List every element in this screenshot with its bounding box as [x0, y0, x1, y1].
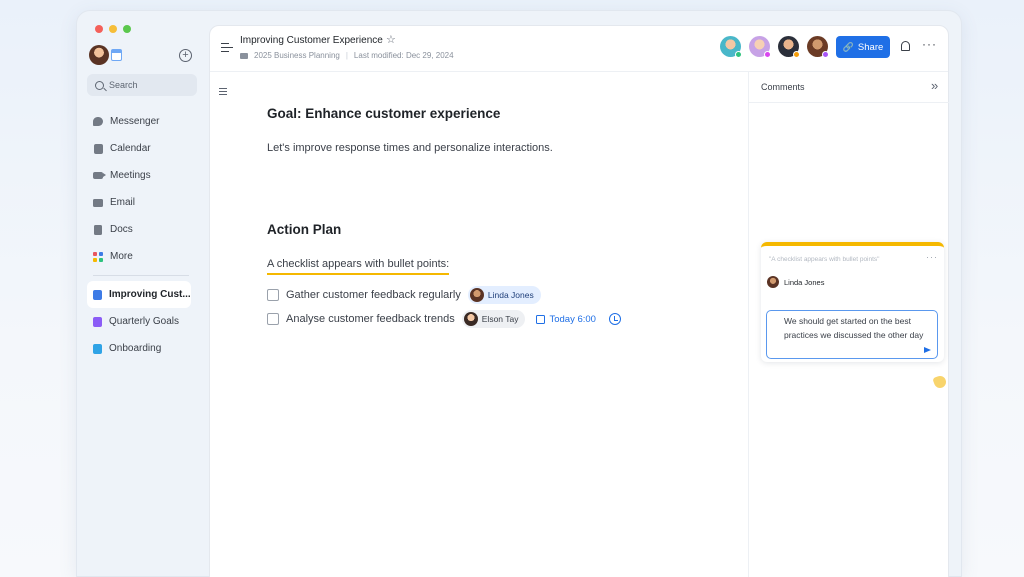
breadcrumb: 2025 Business Planning | Last modified: …: [240, 51, 454, 60]
search-bar[interactable]: Search: [87, 74, 197, 96]
task-checkbox[interactable]: [267, 313, 279, 325]
search-placeholder: Search: [109, 80, 138, 90]
collaborator-avatar[interactable]: [720, 36, 742, 58]
calendar-icon[interactable]: [111, 49, 122, 61]
sidebar-item-label: Email: [110, 197, 136, 208]
collaborator-avatar[interactable]: [807, 36, 829, 58]
document-panel: Improving Customer Experience ☆ 2025 Bus…: [209, 25, 949, 577]
comment-quote: "A checklist appears with bullet points": [769, 256, 880, 263]
document-header: Improving Customer Experience ☆ 2025 Bus…: [210, 26, 948, 72]
assignee-chip[interactable]: Elson Tay: [461, 310, 526, 328]
author-avatar: [767, 276, 779, 288]
sidebar-item-meetings[interactable]: Meetings: [93, 162, 199, 189]
share-button[interactable]: 🔗 Share: [836, 36, 890, 58]
sidebar-item-email[interactable]: Email: [93, 189, 199, 216]
calendar-icon: [93, 143, 103, 154]
assignee-chip[interactable]: Linda Jones: [467, 286, 541, 304]
presence-dot: [764, 51, 771, 58]
sidebar-item-label: Messenger: [110, 116, 160, 127]
comment-input[interactable]: We should get started on the best practi…: [766, 310, 938, 359]
comments-divider: [749, 102, 949, 103]
envelope-icon: [93, 198, 103, 208]
goal-paragraph: Let's improve response times and persona…: [267, 142, 553, 154]
task-text[interactable]: Gather customer feedback regularly: [286, 289, 461, 301]
task-row: Gather customer feedback regularly Linda…: [267, 285, 541, 305]
sidebar-nav: Messenger Calendar Meetings Email Docs M…: [87, 108, 199, 362]
author-name: Linda Jones: [784, 277, 825, 287]
folder-icon: [240, 52, 248, 59]
sidebar: + Search Messenger Calendar Meetings Ema…: [77, 11, 207, 576]
bell-icon[interactable]: [901, 41, 910, 51]
app-window: + Search Messenger Calendar Meetings Ema…: [76, 10, 962, 577]
comment-draft-text: We should get started on the best practi…: [784, 316, 924, 340]
comment-card: "A checklist appears with bullet points"…: [761, 242, 944, 362]
user-avatar[interactable]: [89, 45, 109, 65]
video-camera-icon: [93, 171, 106, 181]
add-button[interactable]: +: [179, 49, 192, 62]
breadcrumb-folder[interactable]: 2025 Business Planning: [254, 51, 340, 60]
sidebar-page-onboarding[interactable]: Onboarding: [93, 335, 199, 362]
expand-panel-icon[interactable]: »: [931, 78, 938, 93]
page-icon: [93, 316, 102, 327]
task-checkbox[interactable]: [267, 289, 279, 301]
comments-title: Comments: [761, 82, 805, 92]
assignee-name: Linda Jones: [487, 290, 534, 300]
comments-panel: Comments » "A checklist appears with bul…: [748, 72, 949, 577]
sidebar-item-label: Docs: [110, 224, 133, 235]
search-icon: [95, 80, 104, 90]
document-icon: [93, 224, 103, 235]
last-modified: Last modified: Dec 29, 2024: [353, 51, 454, 60]
sidebar-item-label: Improving Cust...: [109, 289, 191, 300]
sidebar-item-calendar[interactable]: Calendar: [93, 135, 199, 162]
presence-dot: [822, 51, 829, 58]
due-date-label: Today 6:00: [549, 313, 596, 325]
presence-dot: [735, 51, 742, 58]
assignee-name: Elson Tay: [481, 314, 519, 324]
breadcrumb-separator: |: [345, 51, 348, 60]
sidebar-divider: [93, 275, 189, 276]
alarm-clock-icon[interactable]: [608, 313, 621, 325]
sidebar-page-improving-customer[interactable]: Improving Cust...: [87, 281, 191, 308]
page-icon: [93, 343, 102, 354]
sidebar-item-docs[interactable]: Docs: [93, 216, 199, 243]
sidebar-item-label: Calendar: [110, 143, 151, 154]
task-row: Analyse customer feedback trends Elson T…: [267, 309, 621, 329]
sidebar-item-label: Meetings: [110, 170, 151, 181]
assignee-avatar: [469, 288, 484, 302]
share-label: Share: [857, 41, 884, 53]
calendar-icon: [536, 314, 546, 324]
sidebar-page-quarterly-goals[interactable]: Quarterly Goals: [93, 308, 199, 335]
link-icon: 🔗: [842, 41, 854, 52]
collaborator-avatar[interactable]: [778, 36, 800, 58]
sidebar-item-label: Quarterly Goals: [109, 316, 180, 327]
chat-bubble-icon: [93, 117, 103, 127]
comment-author: Linda Jones: [767, 276, 824, 288]
task-text[interactable]: Analyse customer feedback trends: [286, 313, 455, 325]
action-plan-heading: Action Plan: [267, 222, 342, 237]
sidebar-top: +: [89, 45, 197, 67]
star-icon[interactable]: ☆: [386, 33, 396, 46]
collaborator-avatars: [720, 36, 829, 58]
sidebar-item-label: More: [110, 251, 133, 262]
comment-more-icon[interactable]: ···: [926, 252, 938, 262]
page-icon: [93, 289, 102, 300]
grid-apps-icon: [93, 251, 103, 262]
assignee-avatar: [463, 312, 478, 326]
sidebar-item-label: Onboarding: [109, 343, 162, 354]
goal-heading: Goal: Enhance customer experience: [267, 106, 501, 121]
collapse-sidebar-icon[interactable]: [221, 43, 233, 53]
presence-dot: [793, 51, 800, 58]
due-date[interactable]: Today 6:00: [536, 313, 596, 325]
collaborator-avatar[interactable]: [749, 36, 771, 58]
document-title[interactable]: Improving Customer Experience: [240, 35, 383, 46]
sidebar-item-messenger[interactable]: Messenger: [93, 108, 199, 135]
outline-icon[interactable]: [219, 88, 227, 95]
send-icon[interactable]: [924, 347, 931, 353]
sidebar-item-more[interactable]: More: [93, 243, 199, 270]
more-options-icon[interactable]: ···: [922, 37, 937, 51]
highlighted-text[interactable]: A checklist appears with bullet points:: [267, 258, 450, 275]
pointer-cursor-icon: [932, 374, 948, 390]
